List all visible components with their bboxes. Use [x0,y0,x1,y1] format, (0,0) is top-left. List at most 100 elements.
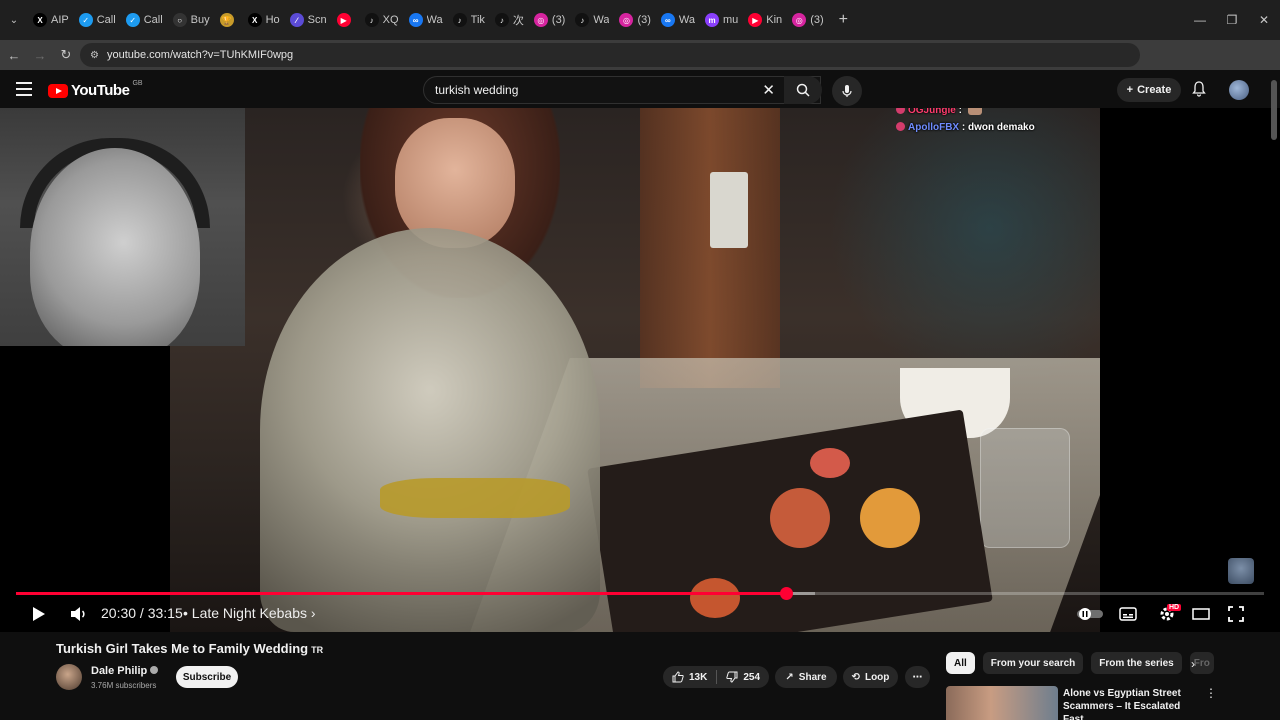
more-actions-button[interactable]: ⋯ [905,666,930,688]
browser-tab[interactable]: ▶ Kin [743,6,787,34]
reload-icon[interactable]: ↻ [54,43,78,67]
share-icon: ↗ [785,671,794,683]
tab-title: (3) [637,14,651,26]
x-icon: X [247,13,262,27]
address-bar: ← → ↻ ⚙ youtube.com/watch?v=TUhKMIF0wpg … [0,40,1280,97]
browser-tab-bar: ⌄ X AIP ✓ Call ✓ Call ○ Buy 🏆 X Ho ∕ Scn ▶ ♪ XQ ∞ Wa ♪ Tik ♪… [0,0,1280,40]
search-input[interactable]: turkish wedding ✕ [423,76,821,104]
browser-tab[interactable]: ♪ Wa [570,6,614,34]
youtube-header: YouTube GB turkish wedding ✕ + Create [0,70,1280,108]
channel-avatar[interactable] [56,664,82,690]
thumbs-up-icon [672,671,684,683]
browser-tab[interactable]: ✓ Call [121,6,168,34]
channel-name-text: Dale Philip [91,665,148,677]
tab-search-icon[interactable]: ⌄ [4,10,24,30]
filter-chip[interactable]: All [946,652,975,674]
loop-button[interactable]: ⟲ Loop [843,666,898,688]
minimize-icon[interactable]: — [1184,13,1216,27]
fullscreen-icon [1228,606,1244,622]
played-bar [16,592,787,595]
recommended-thumbnail[interactable] [946,686,1058,720]
hd-badge: HD [1167,604,1182,611]
thumbs-down-icon [726,671,738,683]
browser-tab[interactable]: ◎ (3) [529,6,570,34]
browser-tab[interactable]: ♪ 次 [490,6,529,34]
browser-tab[interactable]: ▶ [332,6,360,34]
play-button[interactable] [30,604,48,624]
voice-search-button[interactable] [832,76,862,106]
browser-tab[interactable]: ◎ (3) [787,6,828,34]
tab-title: Scn [307,14,327,26]
page-scrollbar[interactable] [1271,80,1277,140]
browser-tab[interactable]: ◎ (3) [614,6,655,34]
autoplay-toggle[interactable] [1076,606,1104,622]
browser-tab[interactable]: ∞ Wa [404,6,448,34]
wa-icon: ∞ [408,13,423,27]
subscribe-button[interactable]: Subscribe [176,666,238,688]
browser-tab[interactable]: ✓ Call [74,6,121,34]
clear-search-icon[interactable]: ✕ [762,81,775,99]
browser-tab[interactable]: ∕ Scn [285,6,332,34]
forward-icon[interactable]: → [28,43,52,67]
browser-tab[interactable]: ∞ Wa [656,6,700,34]
notifications-bell-icon[interactable] [1192,81,1206,102]
theater-mode-button[interactable] [1191,606,1211,622]
close-window-icon[interactable]: ✕ [1248,13,1280,27]
more-vertical-icon[interactable]: ⋮ [1205,686,1217,700]
share-button[interactable]: ↗ Share [775,666,837,688]
like-dislike-group: 13K 254 [663,666,769,688]
volume-icon [71,607,85,621]
new-tab-button[interactable]: + [839,11,848,29]
chevron-right-icon[interactable]: › [1191,657,1195,671]
youtube-icon: ▶ [748,13,763,27]
loop-icon: ⟲ [851,671,860,683]
recommended-title[interactable]: Alone vs Egyptian Street Scammers – It E… [1063,687,1198,720]
tiktok-icon: ♪ [575,13,590,27]
like-button[interactable]: 13K [672,671,707,683]
url-text: youtube.com/watch?v=TUhKMIF0wpg [106,49,294,61]
filter-chip[interactable]: From your search [982,652,1084,674]
fullscreen-button[interactable] [1227,605,1245,623]
create-label: Create [1137,84,1172,96]
share-label: Share [798,671,827,683]
browser-tab[interactable]: 🏆 [215,6,243,34]
chapter-title: Late Night Kebabs [191,605,307,621]
duration: 33:15 [147,605,183,621]
instagram-icon: ◎ [619,13,634,27]
menu-icon[interactable] [16,82,32,96]
wa-icon: ∞ [660,13,675,27]
chat-colon: : [959,122,968,133]
subtitles-button[interactable] [1118,606,1138,622]
check-icon: ✓ [125,13,140,27]
chat-badge-icon [896,122,905,131]
browser-tab[interactable]: ♪ Tik [448,6,490,34]
back-icon[interactable]: ← [2,43,26,67]
browser-tab[interactable]: ○ Buy [168,6,215,34]
mute-button[interactable] [68,604,90,624]
create-button[interactable]: + Create [1117,78,1181,102]
progress-bar[interactable] [16,587,1264,600]
stream-chat-overlay: SKULLYONTOP : OGJungle : twinnem : SHUT … [896,108,1266,136]
filter-chip[interactable]: From the series [1091,652,1182,674]
restore-icon[interactable]: ❐ [1216,13,1248,27]
browser-tab[interactable]: m mu [700,6,743,34]
current-time: 20:30 [101,605,137,621]
search-button[interactable] [784,76,822,104]
url-omnibox[interactable]: ⚙ youtube.com/watch?v=TUhKMIF0wpg [80,43,1140,67]
channel-name[interactable]: Dale Philip [91,665,159,677]
settings-button[interactable]: HD [1155,604,1182,624]
video-player[interactable]: SKULLYONTOP : OGJungle : twinnem : SHUT … [0,108,1280,632]
tab-title: Tik [470,14,485,26]
youtube-logo[interactable]: YouTube GB [48,80,143,99]
browser-tab[interactable]: X AIP [28,6,74,34]
account-avatar[interactable] [1229,80,1249,100]
site-info-icon[interactable]: ⚙ [90,50,99,61]
chapter-button[interactable]: • Late Night Kebabs › [183,605,316,621]
channel-watermark[interactable] [1228,558,1254,584]
chat-emote-icon [967,108,982,115]
browser-tab[interactable]: ♪ XQ [360,6,404,34]
dislike-button[interactable]: 254 [726,671,760,683]
mu-icon: m [705,13,719,27]
browser-tab[interactable]: X Ho [243,6,285,34]
related-filter-chips: All From your search From the series Fro [946,652,1214,674]
